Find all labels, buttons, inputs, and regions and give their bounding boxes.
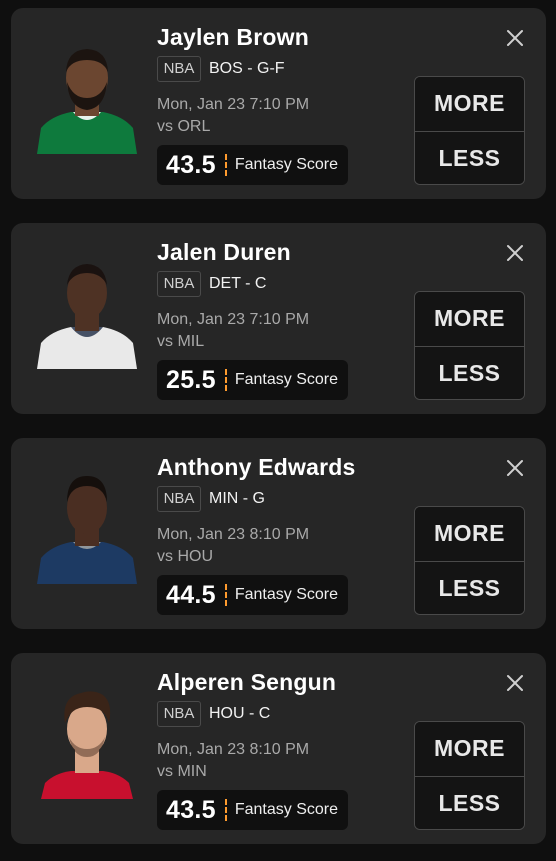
stat-type: Fantasy Score xyxy=(234,586,339,603)
opponent: vs MIN xyxy=(157,763,207,780)
game-time: Mon, Jan 23 8:10 PM xyxy=(157,526,310,543)
opponent: vs HOU xyxy=(157,548,213,565)
more-less-toggle: MORE LESS xyxy=(414,721,525,830)
less-button[interactable]: LESS xyxy=(415,776,524,829)
more-button[interactable]: MORE xyxy=(415,292,524,346)
league-badge: NBA xyxy=(157,701,201,727)
stat-type: Fantasy Score xyxy=(234,371,339,388)
player-name: Alperen Sengun xyxy=(157,669,337,695)
game-time: Mon, Jan 23 8:10 PM xyxy=(157,741,310,758)
opponent: vs ORL xyxy=(157,118,211,135)
projection-card: Anthony Edwards NBA MIN - G Mon, Jan 23 … xyxy=(11,438,546,629)
team-position: DET - C xyxy=(209,275,267,292)
player-name: Anthony Edwards xyxy=(157,454,356,480)
close-icon[interactable] xyxy=(505,28,525,48)
team-position: BOS - G-F xyxy=(209,60,285,77)
less-button[interactable]: LESS xyxy=(415,561,524,614)
projection-line: 44.5 Fantasy Score xyxy=(157,575,349,615)
more-less-toggle: MORE LESS xyxy=(414,506,525,615)
stat-type: Fantasy Score xyxy=(234,801,339,818)
more-less-toggle: MORE LESS xyxy=(414,76,525,185)
league-badge: NBA xyxy=(157,486,201,512)
projection-list: Jaylen Brown NBA BOS - G-F Mon, Jan 23 7… xyxy=(0,0,556,861)
opponent: vs MIL xyxy=(157,333,205,350)
projection-line: 43.5 Fantasy Score xyxy=(157,145,349,185)
more-button[interactable]: MORE xyxy=(415,722,524,776)
line-value: 25.5 xyxy=(166,365,216,394)
less-button[interactable]: LESS xyxy=(415,346,524,399)
player-name: Jalen Duren xyxy=(157,239,291,265)
more-less-toggle: MORE LESS xyxy=(414,291,525,400)
game-time: Mon, Jan 23 7:10 PM xyxy=(157,311,310,328)
more-button[interactable]: MORE xyxy=(415,507,524,561)
player-avatar xyxy=(31,677,143,799)
projection-card: Jaylen Brown NBA BOS - G-F Mon, Jan 23 7… xyxy=(11,8,546,199)
player-avatar xyxy=(31,32,143,154)
line-divider xyxy=(224,799,227,821)
line-divider xyxy=(224,369,227,391)
jersey xyxy=(41,771,133,799)
player-avatar xyxy=(31,247,143,369)
line-value: 44.5 xyxy=(166,580,216,609)
more-button[interactable]: MORE xyxy=(415,77,524,131)
line-value: 43.5 xyxy=(166,795,216,824)
line-divider xyxy=(224,154,227,176)
team-position: MIN - G xyxy=(209,490,265,507)
player-name: Jaylen Brown xyxy=(157,24,309,50)
projection-card: Alperen Sengun NBA HOU - C Mon, Jan 23 8… xyxy=(11,653,546,844)
close-icon[interactable] xyxy=(505,673,525,693)
line-divider xyxy=(224,584,227,606)
stat-type: Fantasy Score xyxy=(234,156,339,173)
line-value: 43.5 xyxy=(166,150,216,179)
projection-line: 25.5 Fantasy Score xyxy=(157,360,349,400)
player-avatar xyxy=(31,462,143,584)
close-icon[interactable] xyxy=(505,458,525,478)
close-icon[interactable] xyxy=(505,243,525,263)
less-button[interactable]: LESS xyxy=(415,131,524,184)
league-badge: NBA xyxy=(157,271,201,297)
game-time: Mon, Jan 23 7:10 PM xyxy=(157,96,310,113)
league-badge: NBA xyxy=(157,56,201,82)
projection-card: Jalen Duren NBA DET - C Mon, Jan 23 7:10… xyxy=(11,223,546,414)
projection-line: 43.5 Fantasy Score xyxy=(157,790,349,830)
team-position: HOU - C xyxy=(209,705,271,722)
